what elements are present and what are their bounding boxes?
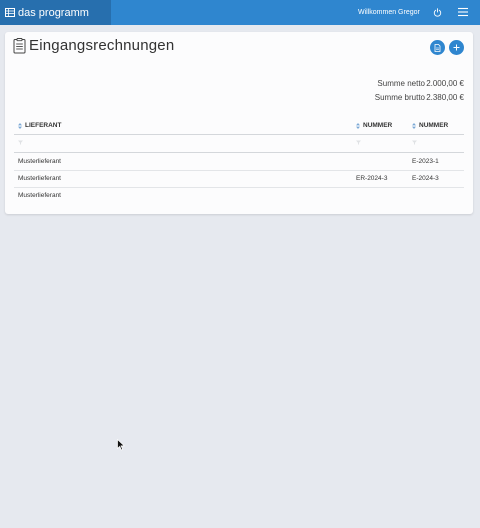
gross-sum-value: 2.380,00 €	[426, 93, 464, 102]
filter-divider	[14, 152, 464, 153]
column-header-label: LIEFERANT	[25, 122, 62, 129]
invoice-document-icon	[13, 38, 26, 54]
filter-icon[interactable]	[356, 140, 361, 145]
brand-label: das programm	[18, 6, 89, 19]
brand-home-link[interactable]: das programm	[0, 0, 111, 25]
column-header-nummer-1[interactable]: NUMMER	[356, 122, 392, 129]
cell-lieferant: Musterlieferant	[18, 175, 61, 182]
mouse-cursor-icon	[117, 439, 125, 451]
cell-lieferant: Musterlieferant	[18, 158, 61, 165]
invoices-card: Eingangsrechnungen Summe netto 2.000,00 …	[5, 32, 473, 214]
filter-icon[interactable]	[18, 140, 23, 145]
filter-icon[interactable]	[412, 140, 417, 145]
header-divider	[14, 134, 464, 135]
cell-nummer-1: ER-2024-3	[356, 175, 388, 182]
cell-lieferant: Musterlieferant	[18, 192, 61, 199]
power-icon[interactable]	[433, 8, 442, 17]
export-document-button[interactable]	[430, 40, 445, 55]
welcome-text: Willkommen Gregor	[358, 9, 420, 16]
document-icon	[434, 43, 441, 52]
top-bar: das programm Willkommen Gregor	[0, 0, 480, 25]
net-sum-label: Summe netto	[377, 79, 425, 88]
cell-nummer-2: E-2024-3	[412, 175, 439, 182]
sort-icon	[412, 122, 416, 129]
column-header-label: NUMMER	[419, 122, 449, 129]
row-divider	[14, 187, 464, 188]
cell-nummer-2: E-2023-1	[412, 158, 439, 165]
app-logo-icon	[5, 8, 15, 17]
menu-icon[interactable]	[458, 7, 468, 17]
row-divider	[14, 170, 464, 171]
column-header-label: NUMMER	[363, 122, 393, 129]
gross-sum-label: Summe brutto	[374, 93, 425, 102]
page-title: Eingangsrechnungen	[29, 37, 175, 54]
sort-icon	[18, 122, 22, 129]
column-header-lieferant[interactable]: LIEFERANT	[18, 122, 61, 129]
net-sum-value: 2.000,00 €	[426, 79, 464, 88]
column-header-nummer-2[interactable]: NUMMER	[412, 122, 448, 129]
plus-icon	[453, 44, 460, 51]
sort-icon	[356, 122, 360, 129]
add-invoice-button[interactable]	[449, 40, 464, 55]
